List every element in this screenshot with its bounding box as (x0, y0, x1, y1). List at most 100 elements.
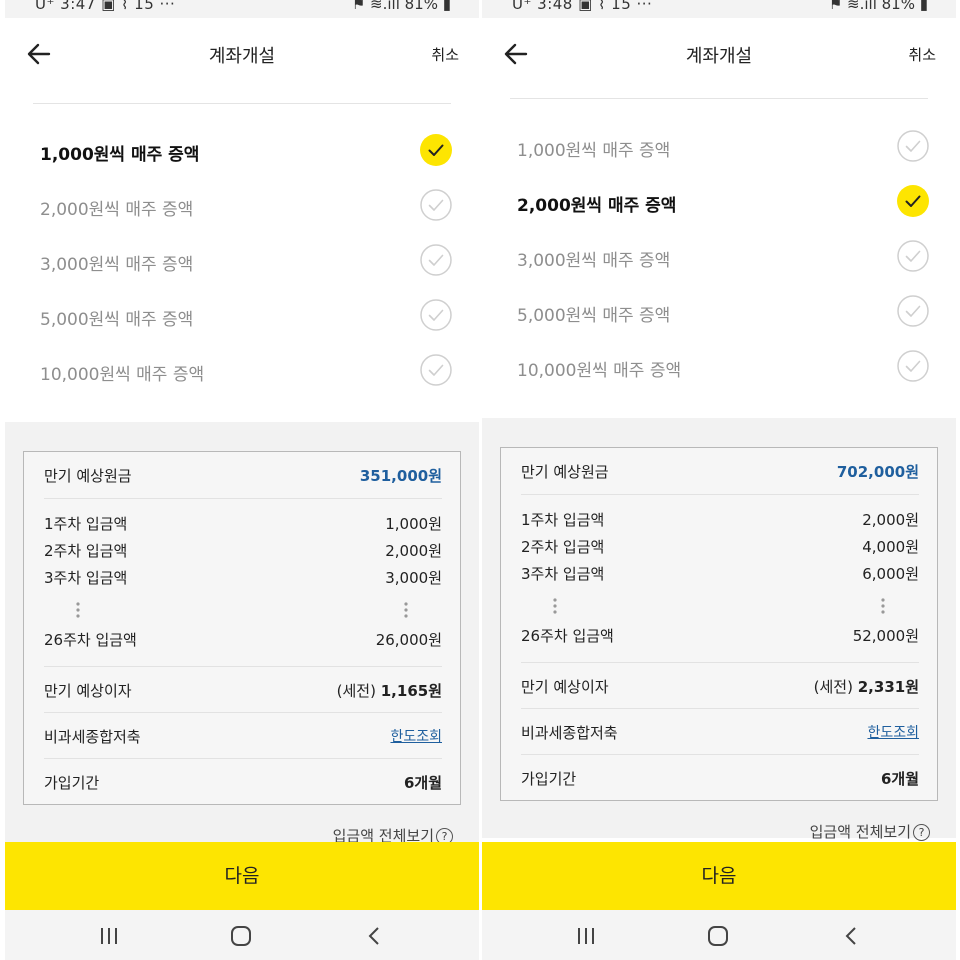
period-value: 6개월 (880, 770, 919, 788)
taxfree-row: 비과세종합저축 한도조회 (44, 726, 442, 748)
chevron-left-icon[interactable] (840, 924, 864, 948)
interest-label: 만기 예상이자 (44, 682, 132, 700)
divider (521, 662, 919, 663)
recent-apps-icon[interactable] (574, 924, 598, 948)
week-row: 1주차 입금액 1,000원 (44, 513, 442, 535)
check-circle-icon (897, 185, 929, 217)
week-value: 2,000원 (385, 542, 442, 560)
week-label: 3주차 입금액 (44, 569, 128, 587)
check-circle-icon (420, 189, 452, 221)
maturity-principal-label: 만기 예상원금 (44, 467, 132, 485)
week-row: 26주차 입금액 52,000원 (521, 625, 919, 647)
limit-inquiry-link[interactable]: 한도조회 (390, 726, 442, 746)
view-all-label: 입금액 전체보기 (809, 823, 911, 841)
interest-value: 1,165원 (380, 682, 442, 700)
option-label: 2,000원씩 매주 증액 (517, 196, 677, 216)
week-label: 1주차 입금액 (44, 515, 128, 533)
taxfree-row: 비과세종합저축 한도조회 (521, 722, 919, 744)
week-label: 26주차 입금액 (44, 631, 137, 649)
week-value: 4,000원 (862, 538, 919, 556)
cancel-button[interactable]: 취소 (908, 44, 936, 65)
week-row: 26주차 입금액 26,000원 (44, 629, 442, 651)
week-row: 1주차 입금액 2,000원 (521, 509, 919, 531)
home-icon[interactable] (229, 924, 253, 948)
summary-area: 만기 예상원금 351,000원 1주차 입금액 1,000원 2주차 입금액 … (5, 422, 479, 845)
period-row: 가입기간 6개월 (521, 768, 919, 790)
summary-area: 만기 예상원금 702,000원 1주차 입금액 2,000원 2주차 입금액 … (482, 418, 956, 841)
maturity-principal-row: 만기 예상원금 702,000원 (521, 461, 919, 483)
maturity-principal-row: 만기 예상원금 351,000원 (44, 465, 442, 487)
divider (510, 98, 928, 99)
maturity-principal-value: 351,000원 (359, 467, 442, 485)
option-3000[interactable]: 3,000원씩 매주 증액 (517, 237, 929, 277)
screen-right: U⁺ 3:48 ▣ ⌇ 15 ··· ⚑ ≋.ıll 81% ▮ 계좌개설 취소… (482, 0, 956, 960)
page-title: 계좌개설 (685, 46, 753, 67)
check-circle-icon (897, 240, 929, 272)
week-value: 3,000원 (385, 569, 442, 587)
interest-value-group: (세전) 2,331원 (814, 676, 919, 697)
option-2000[interactable]: 2,000원씩 매주 증액 (40, 186, 452, 226)
home-icon[interactable] (706, 924, 730, 948)
period-row: 가입기간 6개월 (44, 772, 442, 794)
week-label: 3주차 입금액 (521, 565, 605, 583)
option-10000[interactable]: 10,000원씩 매주 증액 (40, 351, 452, 391)
next-button[interactable]: 다음 (5, 842, 479, 910)
summary-card: 만기 예상원금 351,000원 1주차 입금액 1,000원 2주차 입금액 … (23, 451, 461, 805)
week-row: 2주차 입금액 2,000원 (44, 540, 442, 562)
vertical-ellipsis-icon (881, 598, 885, 614)
status-bar: U⁺ 3:48 ▣ ⌇ 15 ··· ⚑ ≋.ıll 81% ▮ (482, 0, 956, 18)
taxfree-label: 비과세종합저축 (44, 728, 141, 746)
divider (33, 103, 451, 104)
week-value: 2,000원 (862, 511, 919, 529)
week-row: 3주차 입금액 6,000원 (521, 563, 919, 585)
option-label: 10,000원씩 매주 증액 (40, 365, 205, 385)
view-all-deposits-link[interactable]: 입금액 전체보기? (810, 821, 930, 842)
divider (521, 708, 919, 709)
option-label: 1,000원씩 매주 증액 (40, 145, 200, 165)
check-circle-icon (420, 354, 452, 386)
option-label: 5,000원씩 매주 증액 (40, 310, 194, 330)
page-title: 계좌개설 (208, 46, 276, 67)
app-header: 계좌개설 취소 (482, 22, 956, 86)
interest-prefix: (세전) (813, 678, 853, 696)
check-circle-icon (897, 350, 929, 382)
option-label: 1,000원씩 매주 증액 (517, 141, 671, 161)
week-value: 26,000원 (375, 631, 442, 649)
check-circle-icon (420, 134, 452, 166)
week-label: 26주차 입금액 (521, 627, 614, 645)
next-button[interactable]: 다음 (482, 842, 956, 910)
interest-label: 만기 예상이자 (521, 678, 609, 696)
divider (44, 666, 442, 667)
divider (44, 498, 442, 499)
period-label: 가입기간 (44, 774, 100, 792)
app-header: 계좌개설 취소 (5, 22, 479, 86)
check-circle-icon (420, 244, 452, 276)
screen-left: U⁺ 3:47 ▣ ⌇ 15 ··· ⚑ ≋.ıll 81% ▮ 계좌개설 취소… (5, 0, 479, 960)
maturity-principal-label: 만기 예상원금 (521, 463, 609, 481)
cancel-button[interactable]: 취소 (431, 44, 459, 65)
option-1000[interactable]: 1,000원씩 매주 증액 (517, 127, 929, 167)
divider (44, 758, 442, 759)
week-value: 52,000원 (852, 627, 919, 645)
option-1000[interactable]: 1,000원씩 매주 증액 (40, 131, 452, 171)
divider (521, 754, 919, 755)
recent-apps-icon[interactable] (97, 924, 121, 948)
chevron-left-icon[interactable] (363, 924, 387, 948)
status-bar: U⁺ 3:47 ▣ ⌇ 15 ··· ⚑ ≋.ıll 81% ▮ (5, 0, 479, 18)
week-label: 2주차 입금액 (44, 542, 128, 560)
option-3000[interactable]: 3,000원씩 매주 증액 (40, 241, 452, 281)
interest-prefix: (세전) (336, 682, 376, 700)
option-2000[interactable]: 2,000원씩 매주 증액 (517, 182, 929, 222)
week-row: 3주차 입금액 3,000원 (44, 567, 442, 589)
interest-row: 만기 예상이자 (세전) 2,331원 (521, 676, 919, 698)
week-label: 1주차 입금액 (521, 511, 605, 529)
check-circle-icon (897, 295, 929, 327)
week-label: 2주차 입금액 (521, 538, 605, 556)
option-5000[interactable]: 5,000원씩 매주 증액 (517, 292, 929, 332)
limit-inquiry-link[interactable]: 한도조회 (867, 722, 919, 742)
divider (521, 494, 919, 495)
check-circle-icon (420, 299, 452, 331)
option-5000[interactable]: 5,000원씩 매주 증액 (40, 296, 452, 336)
interest-row: 만기 예상이자 (세전) 1,165원 (44, 680, 442, 702)
option-10000[interactable]: 10,000원씩 매주 증액 (517, 347, 929, 387)
